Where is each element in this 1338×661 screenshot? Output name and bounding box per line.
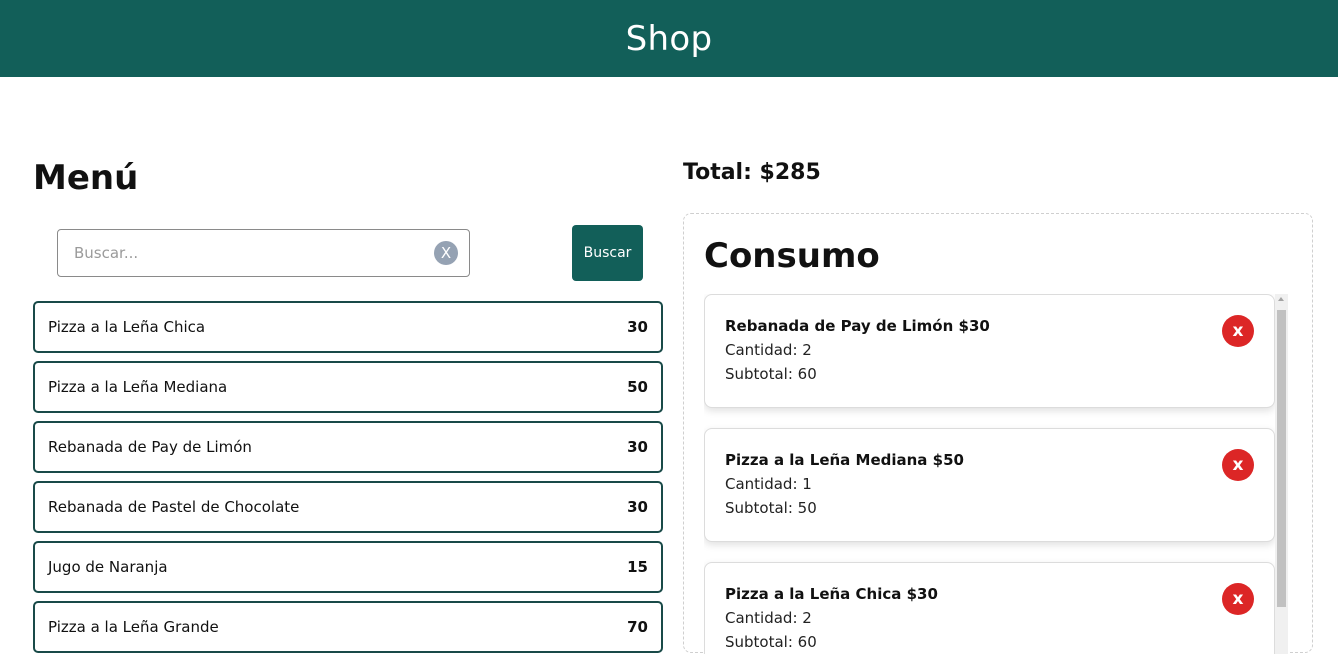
order-item-subtotal: Subtotal: 50: [725, 499, 817, 517]
order-item-card: Rebanada de Pay de Limón $30 Cantidad: 2…: [704, 294, 1275, 408]
search-input[interactable]: [58, 230, 418, 276]
menu-item-price: 50: [627, 378, 648, 396]
menu-title: Menú: [33, 158, 139, 198]
order-item-quantity: Cantidad: 2: [725, 341, 812, 359]
menu-list: Pizza a la Leña Chica 30 Pizza a la Leña…: [33, 301, 663, 661]
scrollbar-thumb[interactable]: [1277, 310, 1286, 607]
menu-item-price: 15: [627, 558, 648, 576]
search-button[interactable]: Buscar: [572, 225, 643, 281]
search-box: X: [57, 229, 470, 277]
order-item-quantity: Cantidad: 2: [725, 609, 812, 627]
close-icon: x: [1232, 589, 1244, 609]
clear-search-button[interactable]: X: [434, 241, 458, 265]
remove-item-button[interactable]: x: [1222, 315, 1254, 347]
order-item-card: Pizza a la Leña Mediana $50 Cantidad: 1 …: [704, 428, 1275, 542]
menu-item[interactable]: Rebanada de Pay de Limón 30: [33, 421, 663, 473]
app-header: Shop: [0, 0, 1338, 77]
menu-item-price: 30: [627, 318, 648, 336]
consumo-container: Consumo Rebanada de Pay de Limón $30 Can…: [683, 213, 1313, 654]
menu-item[interactable]: Pizza a la Leña Mediana 50: [33, 361, 663, 413]
app-title: Shop: [625, 18, 713, 59]
order-item-subtotal: Subtotal: 60: [725, 365, 817, 383]
menu-item-price: 30: [627, 498, 648, 516]
close-icon: X: [440, 244, 452, 262]
menu-item-name: Rebanada de Pastel de Chocolate: [48, 498, 300, 516]
menu-item-name: Jugo de Naranja: [48, 558, 168, 576]
menu-item-name: Pizza a la Leña Mediana: [48, 378, 228, 396]
remove-item-button[interactable]: x: [1222, 449, 1254, 481]
close-icon: x: [1232, 321, 1244, 341]
consumo-title: Consumo: [704, 236, 880, 276]
menu-item-name: Pizza a la Leña Chica: [48, 318, 206, 336]
order-item-title: Pizza a la Leña Chica $30: [725, 585, 938, 603]
order-item-card: Pizza a la Leña Chica $30 Cantidad: 2 Su…: [704, 562, 1275, 654]
menu-item-price: 30: [627, 438, 648, 456]
menu-item-price: 70: [627, 618, 648, 636]
remove-item-button[interactable]: x: [1222, 583, 1254, 615]
consumo-list[interactable]: Rebanada de Pay de Limón $30 Cantidad: 2…: [704, 294, 1275, 654]
order-item-subtotal: Subtotal: 60: [725, 633, 817, 651]
menu-item[interactable]: Pizza a la Leña Chica 30: [33, 301, 663, 353]
menu-item-name: Pizza a la Leña Grande: [48, 618, 219, 636]
order-total: Total: $285: [683, 160, 821, 185]
order-item-quantity: Cantidad: 1: [725, 475, 812, 493]
close-icon: x: [1232, 455, 1244, 475]
consumo-scrollbar[interactable]: [1275, 294, 1288, 654]
order-item-title: Rebanada de Pay de Limón $30: [725, 317, 990, 335]
menu-item-name: Rebanada de Pay de Limón: [48, 438, 252, 456]
menu-item[interactable]: Jugo de Naranja 15: [33, 541, 663, 593]
scroll-up-arrow-icon[interactable]: [1278, 297, 1284, 301]
order-item-title: Pizza a la Leña Mediana $50: [725, 451, 964, 469]
menu-item[interactable]: Rebanada de Pastel de Chocolate 30: [33, 481, 663, 533]
menu-item[interactable]: Pizza a la Leña Grande 70: [33, 601, 663, 653]
